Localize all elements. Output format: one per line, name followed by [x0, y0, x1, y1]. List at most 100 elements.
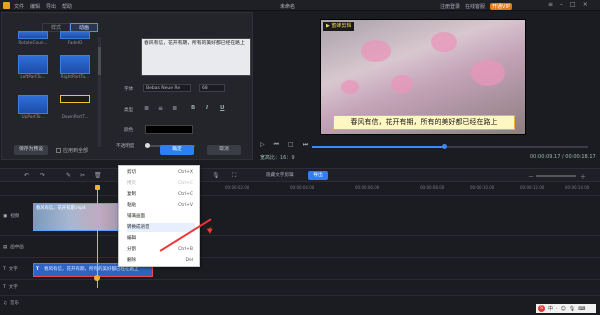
align-left-icon[interactable]: ≣	[144, 105, 149, 112]
window-controls: ≡ – □ ×	[548, 1, 588, 8]
font-select[interactable]: Bebas Neue Re	[143, 84, 191, 92]
menu-file[interactable]: 文件	[14, 3, 24, 10]
window-title: 未命名	[280, 3, 296, 10]
context-menu: 剪切 Ctrl+X 拷贝 Ctrl+C 复制 Ctrl+C 粘贴 Ctrl+V 铺满画面…	[118, 165, 200, 267]
playback-progress[interactable]	[312, 144, 588, 149]
align-right-icon[interactable]: ≣	[172, 105, 177, 112]
align-buttons: ≣ ≡ ≣	[144, 105, 177, 112]
cancel-button[interactable]: 取消	[207, 145, 241, 155]
support-link[interactable]: 在线客服	[465, 3, 485, 10]
track-label: T 文字	[3, 267, 18, 272]
aspect-ratio-label[interactable]: 宽高比：16：9	[260, 154, 295, 161]
split-icon[interactable]: ✂	[80, 172, 85, 179]
music-icon: ♫	[3, 301, 8, 306]
playhead[interactable]	[97, 188, 98, 288]
redo-icon[interactable]: ↷	[40, 172, 45, 179]
animation-thumb[interactable]	[60, 31, 90, 39]
video-preview: ▶ 蜜蜂剪辑 春风有信，花开有期，所有的美好都已经在路上	[320, 19, 526, 135]
timeline-toolbar: ↶ ↷ ✎ ✂ 🗑 🎙 ⛶ 隐藏文字剪辑 导出 － ＋	[0, 168, 600, 182]
play-icon[interactable]: ▷	[260, 141, 265, 149]
minimize-icon[interactable]: –	[560, 1, 563, 8]
clip-label: 春风有信，花开有期.mp4	[36, 206, 86, 211]
animation-thumb[interactable]	[18, 95, 48, 114]
ruler-tick: 00:00:12.00	[520, 185, 545, 190]
ruler-tick: 00:00:04.00	[290, 185, 315, 190]
account-area: 注册登录 在线客服 开通VIP	[440, 2, 512, 10]
animation-thumb[interactable]	[18, 55, 48, 74]
video-icon: ▣	[3, 214, 8, 219]
ruler-tick: 00:00:10.00	[470, 185, 495, 190]
vip-button[interactable]: 开通VIP	[490, 2, 512, 10]
ime-logo-icon[interactable]: S	[538, 305, 545, 312]
animation-label: DownPartT...	[61, 115, 89, 120]
apply-all-checkbox[interactable]: 应用到全部	[56, 147, 88, 154]
hide-text-toggle[interactable]: 隐藏文字剪辑	[266, 172, 294, 178]
font-size-select[interactable]: 68	[199, 84, 225, 92]
text-icon: T	[3, 267, 6, 272]
menu-item-fill[interactable]: 铺满画面	[127, 212, 195, 221]
edit-icon[interactable]: ✎	[66, 172, 71, 179]
animation-thumb-selected[interactable]	[60, 95, 90, 103]
menu-item-cut[interactable]: 剪切 Ctrl+X	[127, 168, 195, 177]
text-icon: T	[3, 285, 6, 290]
export-button[interactable]: 导出	[308, 171, 328, 180]
menu-icon[interactable]: ≡	[548, 1, 553, 8]
ime-emoji-icon[interactable]: ☺	[561, 306, 566, 312]
type-label: 类型	[124, 108, 134, 113]
menu-item-paste[interactable]: 粘贴 Ctrl+V	[127, 201, 195, 210]
menu-item-delete[interactable]: 删除 Del	[127, 256, 195, 265]
ime-punct-icon[interactable]: ·	[556, 306, 558, 312]
playhead-knob[interactable]	[94, 275, 100, 281]
bold-button[interactable]: B	[191, 105, 195, 111]
underline-button[interactable]: U	[220, 105, 224, 111]
subtitle-text-input[interactable]: 春风有信，花开有期，所有的美好都已经在路上	[141, 38, 251, 76]
ime-keyboard-icon[interactable]: ⌨	[578, 306, 585, 312]
menu-bar: 文件 编辑 导出 帮助	[14, 3, 72, 10]
title-bar: 文件 编辑 导出 帮助 未命名 注册登录 在线客服 开通VIP ≡ – □ ×	[0, 0, 600, 11]
menu-edit[interactable]: 编辑	[30, 3, 40, 10]
zoom-slider[interactable]	[536, 175, 576, 177]
login-link[interactable]: 注册登录	[440, 3, 460, 10]
delete-icon[interactable]: 🗑	[94, 172, 102, 179]
mic-icon[interactable]: 🎙	[212, 172, 220, 179]
crop-icon[interactable]: ⛶	[232, 172, 236, 180]
align-center-icon[interactable]: ≡	[158, 105, 163, 112]
menu-help[interactable]: 帮助	[62, 3, 72, 10]
prev-frame-icon[interactable]: ⏮	[274, 141, 279, 149]
color-label: 颜色	[124, 128, 134, 133]
grid-scrollbar[interactable]	[98, 37, 101, 147]
ruler-tick: 00:00:06.00	[355, 185, 380, 190]
track-label: T 文字	[3, 285, 18, 290]
color-picker[interactable]	[145, 125, 193, 134]
undo-icon[interactable]: ↶	[24, 172, 29, 179]
ok-button[interactable]: 确定	[160, 145, 194, 155]
save-preset-button[interactable]: 保存为预设	[14, 145, 48, 155]
maximize-icon[interactable]: □	[570, 1, 576, 8]
italic-button[interactable]: I	[206, 105, 208, 111]
zoom-in-icon[interactable]: ＋	[580, 172, 586, 181]
track-label: ♫ 音乐	[3, 301, 20, 306]
animation-label: UpPartTo...	[21, 115, 45, 120]
mouse-cursor-icon: ☝	[208, 226, 212, 233]
animation-thumb[interactable]	[60, 55, 90, 74]
zoom-out-icon[interactable]: －	[528, 172, 534, 181]
menu-export[interactable]: 导出	[46, 3, 56, 10]
close-icon[interactable]: ×	[583, 1, 588, 8]
checkbox-icon	[56, 148, 61, 153]
menu-item-copy-disabled: 拷贝 Ctrl+C	[127, 181, 193, 186]
subtitle-overlay[interactable]: 春风有信，花开有期，所有的美好都已经在路上	[333, 115, 515, 130]
ruler-tick: 00:00:02.00	[225, 185, 250, 190]
ruler-tick: 00:00:14.00	[565, 185, 590, 190]
ime-mic-icon[interactable]: 🎙	[569, 306, 575, 312]
stop-icon[interactable]: □	[288, 141, 294, 149]
menu-item-text-to-speech[interactable]: 转换成语音	[127, 223, 195, 232]
ime-chinese-icon[interactable]: 中	[548, 305, 553, 312]
app-logo-icon	[3, 2, 10, 9]
watermark-banner: ▶ 蜜蜂剪辑	[323, 22, 355, 31]
text-clip-label: 春风有信，花开有期，所有的美好都已经在路上	[44, 267, 139, 272]
animation-thumb[interactable]	[18, 31, 48, 39]
next-frame-icon[interactable]: ⏭	[303, 141, 308, 149]
track-label: ▣ 视频	[3, 214, 20, 219]
menu-item-duplicate[interactable]: 复制 Ctrl+C	[127, 190, 195, 199]
text-clip-icon: T	[36, 267, 40, 272]
